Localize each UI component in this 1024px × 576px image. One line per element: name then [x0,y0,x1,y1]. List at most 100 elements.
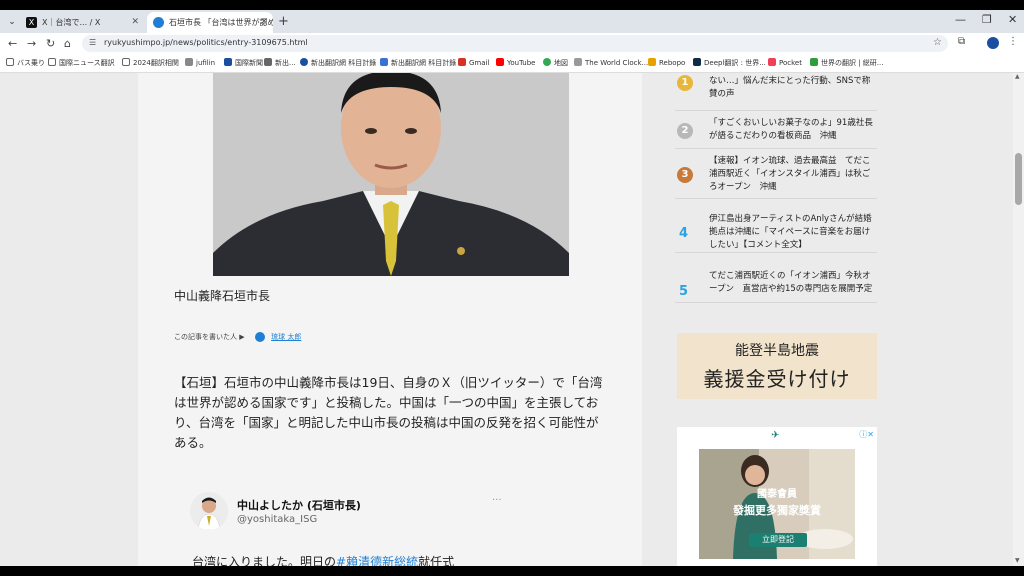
bookmark-item[interactable]: 新出... [264,58,296,68]
portrait-image [213,73,569,276]
ranking-item-text[interactable]: 「すごくおいしいお菓子なのよ」91歳社長が語るこだわりの看板商品 沖縄 [709,117,877,143]
article-body: 【石垣】石垣市の中山義降市長は19日、自身のＸ（旧ツイッター）で「台湾は世界が認… [174,375,603,450]
rank-badge: 2 [677,123,693,139]
url-text[interactable]: ryukyushimpo.jp/news/politics/entry-3109… [104,38,308,47]
restore-icon[interactable]: ❐ [982,13,992,26]
close-tab-icon[interactable]: ✕ [131,12,139,33]
page-viewport: 中山義降石垣市長 この記事を書いた人 ▶ 琉球 太郎 【石垣】石垣市の中山義降市… [0,73,1024,566]
ranking-item-text[interactable]: てだこ浦西駅近くの「イオン浦西」今秋オープン 直営店や約15の専門店を展開予定 [709,270,877,296]
bookmark-item[interactable]: 国際ニュース翻訳 [48,58,115,68]
back-icon[interactable]: ← [8,36,17,51]
close-tab-icon[interactable]: ✕ [260,12,268,33]
author-link[interactable]: 琉球 太郎 [271,333,301,341]
airline-logo-icon: ✈ [771,430,780,441]
bookmark-item[interactable]: Deepl翻訳 : 世界... [693,58,766,68]
scroll-thumb[interactable] [1015,153,1022,205]
scroll-up-icon[interactable]: ▲ [1015,73,1020,80]
more-options-icon[interactable]: ··· [492,495,502,506]
tab-search-icon[interactable]: ⌄ [4,14,20,30]
folder-icon [6,58,14,66]
folder-icon [122,58,130,66]
bookmark-item[interactable]: 新出翻訳網 科目計錄 [300,58,376,68]
author-avatar[interactable] [254,332,265,342]
bookmark-item[interactable]: 国際新聞 [224,58,263,68]
ranking-item[interactable]: 2 「すごくおいしいお菓子なのよ」91歳社長が語るこだわりの看板商品 沖縄 [675,111,877,149]
bookmark-icon [648,58,656,66]
top-letterbox [0,0,1024,10]
deepl-icon [693,58,701,66]
bookmark-icon [224,58,232,66]
ranking-item[interactable]: 3 【速報】イオン琉球、過去最高益 てだこ浦西駅近く「イオンスタイル浦西」は秋ご… [675,149,877,199]
tweet-hashtag[interactable]: #賴清德新総統 [336,555,418,566]
address-bar[interactable]: ☰ ryukyushimpo.jp/news/politics/entry-31… [82,35,948,52]
ad-register-button[interactable]: 立即登記 [749,533,807,547]
bookmark-item[interactable]: YouTube [496,58,535,67]
bookmark-item[interactable]: Rebopo [648,58,685,67]
tweet-author-handle[interactable]: @yoshitaka_ISG [237,514,317,525]
bookmark-item[interactable]: The World Clock... [574,58,648,67]
rank-number: 5 [679,284,689,299]
bookmark-item[interactable]: 地図 [543,58,568,68]
ranking-item-text[interactable]: 伊江島出身アーティストのAnlyさんが結婚 拠点は沖縄に「マイペースに音楽をお届… [709,213,880,252]
earthquake-donation-banner[interactable]: 能登半島地震 義援金受け付け [677,333,877,399]
bookmark-icon [380,58,388,66]
profile-avatar[interactable] [987,37,999,49]
minimize-icon[interactable]: — [955,13,966,26]
photo-caption: 中山義降石垣市長 [174,289,271,303]
bookmark-item[interactable]: 世界の翻訳 | 総研... [810,58,883,68]
home-icon[interactable]: ⌂ [64,36,71,51]
tab-bar: ⌄ X X｜台湾で... / X ✕ 石垣市長 「台湾は世界が認め...」 ✕ … [0,10,1024,33]
adchoices-icon[interactable]: ⓘ✕ [859,429,874,440]
banner-title: 能登半島地震 [735,343,819,359]
ranking-item[interactable]: 4 伊江島出身アーティストのAnlyさんが結婚 拠点は沖縄に「マイペースに音楽を… [675,199,880,253]
tweet-avatar[interactable] [190,492,228,530]
bookmark-icon [300,58,308,66]
ranking-item[interactable]: 1 ない…」悩んだ末にとった行動、SNSで称賛の声 [675,73,877,111]
bookmark-icon [810,58,818,66]
bookmark-item[interactable]: 2024翻訳相関 [122,58,179,68]
ad-banner[interactable]: ✈ ⓘ✕ 國泰會員 發掘更多獨家獎賞 立即登記 [677,427,877,566]
tab-title: 石垣市長 「台湾は世界が認め...」 [169,18,273,27]
new-tab-icon[interactable]: + [278,14,289,30]
bookmark-star-icon[interactable]: ☆ [933,37,942,48]
triangle-icon: ▶ [239,333,245,341]
maps-pin-icon [543,58,551,66]
tab-title: X｜台湾で... / X [42,18,101,27]
rank-badge: 1 [677,75,693,91]
bookmark-item[interactable]: jufilin [185,58,215,67]
ranking-item-text[interactable]: 【速報】イオン琉球、過去最高益 てだこ浦西駅近く「イオンスタイル浦西」は秋ごろオ… [709,155,877,194]
ad-image[interactable]: 國泰會員 發掘更多獨家獎賞 立即登記 [699,449,855,559]
site-favicon-icon [153,17,164,28]
bookmark-icon [185,58,193,66]
ranking-item[interactable]: 5 てだこ浦西駅近くの「イオン浦西」今秋オープン 直営店や約15の専門店を展開予… [675,253,877,303]
bookmark-item[interactable]: Gmail [458,58,489,67]
menu-icon[interactable]: ⋮ [1008,36,1018,47]
tab-ryukyushimpo[interactable]: 石垣市長 「台湾は世界が認め...」 ✕ [147,12,273,33]
site-info-icon[interactable]: ☰ [89,38,96,47]
tweet-text-part: 就任式 [418,555,455,566]
tweet-text: 台湾に入りました。明日の#賴清德新総統就任式 [192,553,454,566]
extensions-icon[interactable]: ⧉ [958,36,965,47]
reload-icon[interactable]: ↻ [46,36,55,51]
tweet-author-name[interactable]: 中山よしたか (石垣市長) [237,497,361,513]
gmail-icon [458,58,466,66]
window-close-icon[interactable]: ✕ [1008,13,1017,26]
bookmarks-bar: バス乗り 国際ニュース翻訳 2024翻訳相関 jufilin 国際新聞 新出..… [0,54,1024,73]
forward-icon[interactable]: → [27,36,36,51]
browser-toolbar: ← → ↻ ⌂ ☰ ryukyushimpo.jp/news/politics/… [0,33,1024,54]
clock-icon [574,58,582,66]
avatar-image [190,492,228,530]
folder-icon [48,58,56,66]
scroll-down-icon[interactable]: ▼ [1015,557,1020,564]
x-logo-icon: X [26,17,37,28]
vertical-scrollbar[interactable]: ▲ ▼ [1013,73,1024,566]
tab-x[interactable]: X X｜台湾で... / X ✕ [20,12,144,33]
ranking-item-text[interactable]: ない…」悩んだ末にとった行動、SNSで称賛の声 [709,75,877,101]
bookmark-item[interactable]: Pocket [768,58,802,67]
bookmark-item[interactable]: 新出翻訳網 科目計錄 [380,58,456,68]
rank-number: 4 [679,226,689,241]
rank-badge: 3 [677,167,693,183]
ad-headline: 國泰會員 [757,489,797,500]
byline: この記事を書いた人 ▶ 琉球 太郎 [174,332,301,342]
bookmark-item[interactable]: バス乗り [6,58,45,68]
